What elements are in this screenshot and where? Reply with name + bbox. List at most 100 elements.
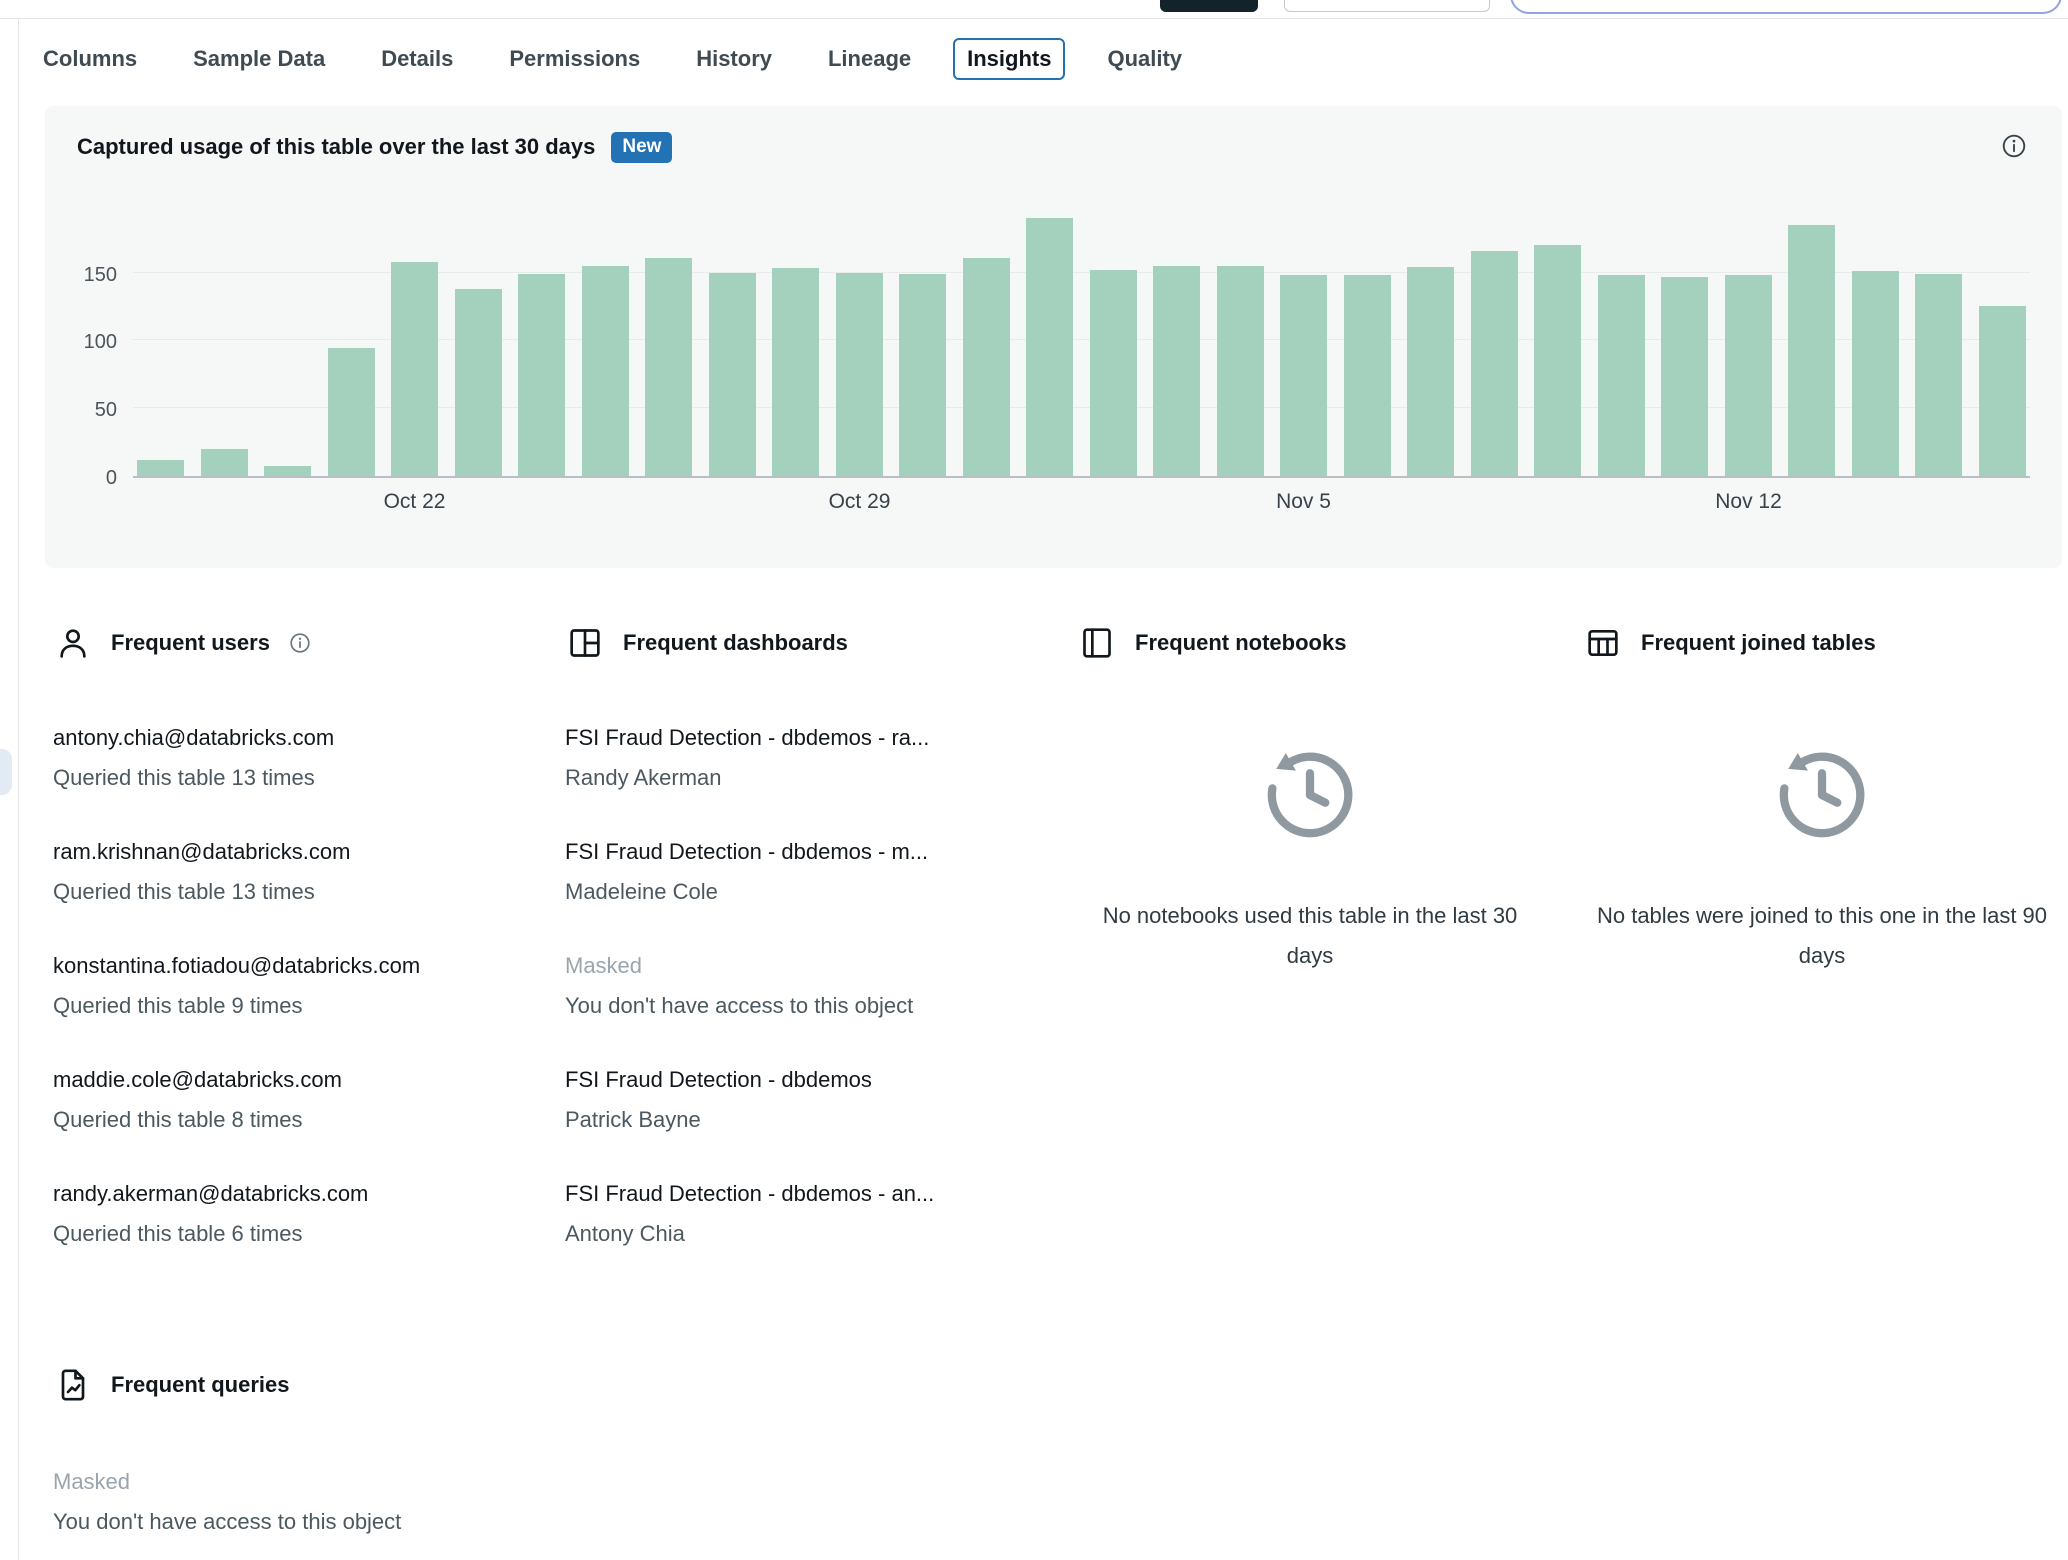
masked-label: Masked: [53, 1469, 131, 1494]
masked-label: Masked: [565, 953, 643, 978]
frequent-users-section: Frequent users antony.chia@databricks.co…: [53, 616, 565, 1288]
usage-bar: [327, 348, 375, 476]
x-axis-tick: Oct 22: [383, 489, 446, 513]
history-clock-icon: [1771, 744, 1873, 846]
masked-description: You don't have access to this object: [565, 993, 914, 1018]
history-clock-icon: [1259, 744, 1361, 846]
y-axis-tick: 50: [94, 399, 117, 422]
frequent-dashboards-header: Frequent dashboards: [565, 616, 1049, 670]
y-axis-tick: 150: [83, 263, 117, 286]
tab-quality[interactable]: Quality: [1093, 38, 1196, 80]
usage-bar: [1026, 218, 1074, 476]
tab-permissions[interactable]: Permissions: [495, 38, 654, 80]
usage-bar: [264, 466, 312, 476]
usage-bar: [1089, 269, 1137, 476]
dashboard-link[interactable]: FSI Fraud Detection - dbdemos - ra...: [565, 718, 1049, 758]
tab-lineage[interactable]: Lineage: [814, 38, 925, 80]
dashboard-owner: Randy Akerman: [565, 765, 722, 790]
usage-panel: Captured usage of this table over the la…: [45, 106, 2062, 568]
section-title: Frequent joined tables: [1641, 630, 1876, 655]
usage-panel-header: Captured usage of this table over the la…: [77, 132, 2030, 163]
empty-state-text: No tables were joined to this one in the…: [1596, 903, 2048, 968]
info-icon[interactable]: [288, 631, 312, 655]
tab-insights[interactable]: Insights: [953, 38, 1066, 80]
table-icon: [1583, 623, 1623, 663]
usage-bar: [1407, 267, 1455, 476]
sidebar-selected-item-fragment[interactable]: [0, 749, 12, 795]
chart-x-labels: Oct 22 Oct 29 Nov 5 Nov 12: [133, 478, 2030, 528]
usage-bar: [1534, 245, 1582, 476]
usage-bar: [835, 272, 883, 476]
section-title: Frequent queries: [111, 1372, 290, 1397]
user-email: antony.chia@databricks.com: [53, 725, 335, 750]
list-item: FSI Fraud Detection - dbdemos - an... An…: [565, 1174, 1049, 1254]
frequent-notebooks-header: Frequent notebooks: [1077, 616, 1543, 670]
dashboard-owner: Antony Chia: [565, 1221, 685, 1246]
main-content: Columns Sample Data Details Permissions …: [19, 20, 2068, 1560]
tab-details[interactable]: Details: [367, 38, 467, 80]
usage-bar-chart: 0 50 100 150 Oct 22 Oct 29 Nov 5 Nov 12: [77, 207, 2030, 528]
usage-bar: [518, 273, 566, 476]
user-email: randy.akerman@databricks.com: [53, 1181, 369, 1206]
list-item: konstantina.fotiadou@databricks.com Quer…: [53, 946, 537, 1026]
dashboard-owner: Patrick Bayne: [565, 1107, 701, 1132]
frequent-users-header: Frequent users: [53, 616, 537, 670]
user-query-count: Queried this table 8 times: [53, 1107, 303, 1132]
usage-bar: [1216, 265, 1264, 476]
usage-bar: [1470, 250, 1518, 476]
tab-columns[interactable]: Columns: [29, 38, 151, 80]
usage-bar: [1788, 225, 1836, 476]
x-axis-tick: Nov 12: [1715, 489, 1782, 513]
user-email: maddie.cole@databricks.com: [53, 1067, 342, 1092]
chart-y-axis: 0 50 100 150: [77, 207, 133, 488]
frequent-queries-list: Masked You don't have access to this obj…: [53, 1462, 953, 1560]
user-email: ram.krishnan@databricks.com: [53, 839, 351, 864]
search-input-fragment[interactable]: [1510, 0, 2062, 14]
usage-bar: [962, 257, 1010, 476]
dashboard-link[interactable]: FSI Fraud Detection - dbdemos - an...: [565, 1174, 1049, 1214]
usage-bar: [137, 459, 184, 476]
insight-sections: Frequent users antony.chia@databricks.co…: [53, 616, 2068, 1288]
notebook-icon: [1077, 623, 1117, 663]
section-title: Frequent users: [111, 630, 270, 655]
tab-sample-data[interactable]: Sample Data: [179, 38, 339, 80]
frequent-queries-section: Frequent queries Masked You don't have a…: [53, 1358, 953, 1560]
list-item: Masked You don't have access to this obj…: [53, 1462, 953, 1542]
usage-bar: [899, 273, 947, 476]
dashboard-link[interactable]: FSI Fraud Detection - dbdemos: [565, 1060, 1049, 1100]
frequent-dashboards-list: FSI Fraud Detection - dbdemos - ra... Ra…: [565, 718, 1049, 1254]
dashboard-owner: Madeleine Cole: [565, 879, 718, 904]
x-axis-tick: Nov 5: [1276, 489, 1331, 513]
frequent-queries-header: Frequent queries: [53, 1358, 953, 1412]
user-query-count: Queried this table 9 times: [53, 993, 303, 1018]
usage-bar: [1597, 275, 1645, 476]
frequent-users-list: antony.chia@databricks.com Queried this …: [53, 718, 537, 1254]
chart-plot: [133, 207, 2030, 478]
usage-bar: [1661, 276, 1709, 476]
new-badge: New: [611, 132, 673, 163]
query-file-icon: [53, 1365, 93, 1405]
top-cutoff-controls: [0, 0, 2068, 19]
dashboard-link[interactable]: FSI Fraud Detection - dbdemos - m...: [565, 832, 1049, 872]
list-item: antony.chia@databricks.com Queried this …: [53, 718, 537, 798]
usage-bar: [772, 268, 820, 476]
y-axis-tick: 0: [105, 466, 117, 489]
table-insights-screen: Columns Sample Data Details Permissions …: [0, 0, 2068, 1560]
tab-history[interactable]: History: [682, 38, 786, 80]
frequent-dashboards-section: Frequent dashboards FSI Fraud Detection …: [565, 616, 1077, 1288]
list-item: randy.akerman@databricks.com Queried thi…: [53, 1174, 537, 1254]
frequent-notebooks-section: Frequent notebooks No notebooks used thi…: [1077, 616, 1583, 1288]
usage-bar: [645, 257, 693, 476]
primary-action-button-fragment[interactable]: [1160, 0, 1258, 12]
list-item: FSI Fraud Detection - dbdemos - m... Mad…: [565, 832, 1049, 912]
list-item: ram.krishnan@databricks.com Queried this…: [53, 832, 537, 912]
info-icon[interactable]: [2000, 132, 2028, 160]
usage-bar: [1851, 271, 1899, 476]
list-item: maddie.cole@databricks.com Queried this …: [53, 1060, 537, 1140]
empty-state-text: No notebooks used this table in the last…: [1102, 903, 1518, 968]
chart-area: Oct 22 Oct 29 Nov 5 Nov 12: [133, 207, 2030, 528]
dropdown-fragment[interactable]: [1284, 0, 1490, 12]
usage-bar: [1280, 275, 1328, 476]
user-email: konstantina.fotiadou@databricks.com: [53, 953, 421, 978]
usage-bar: [1343, 275, 1391, 476]
